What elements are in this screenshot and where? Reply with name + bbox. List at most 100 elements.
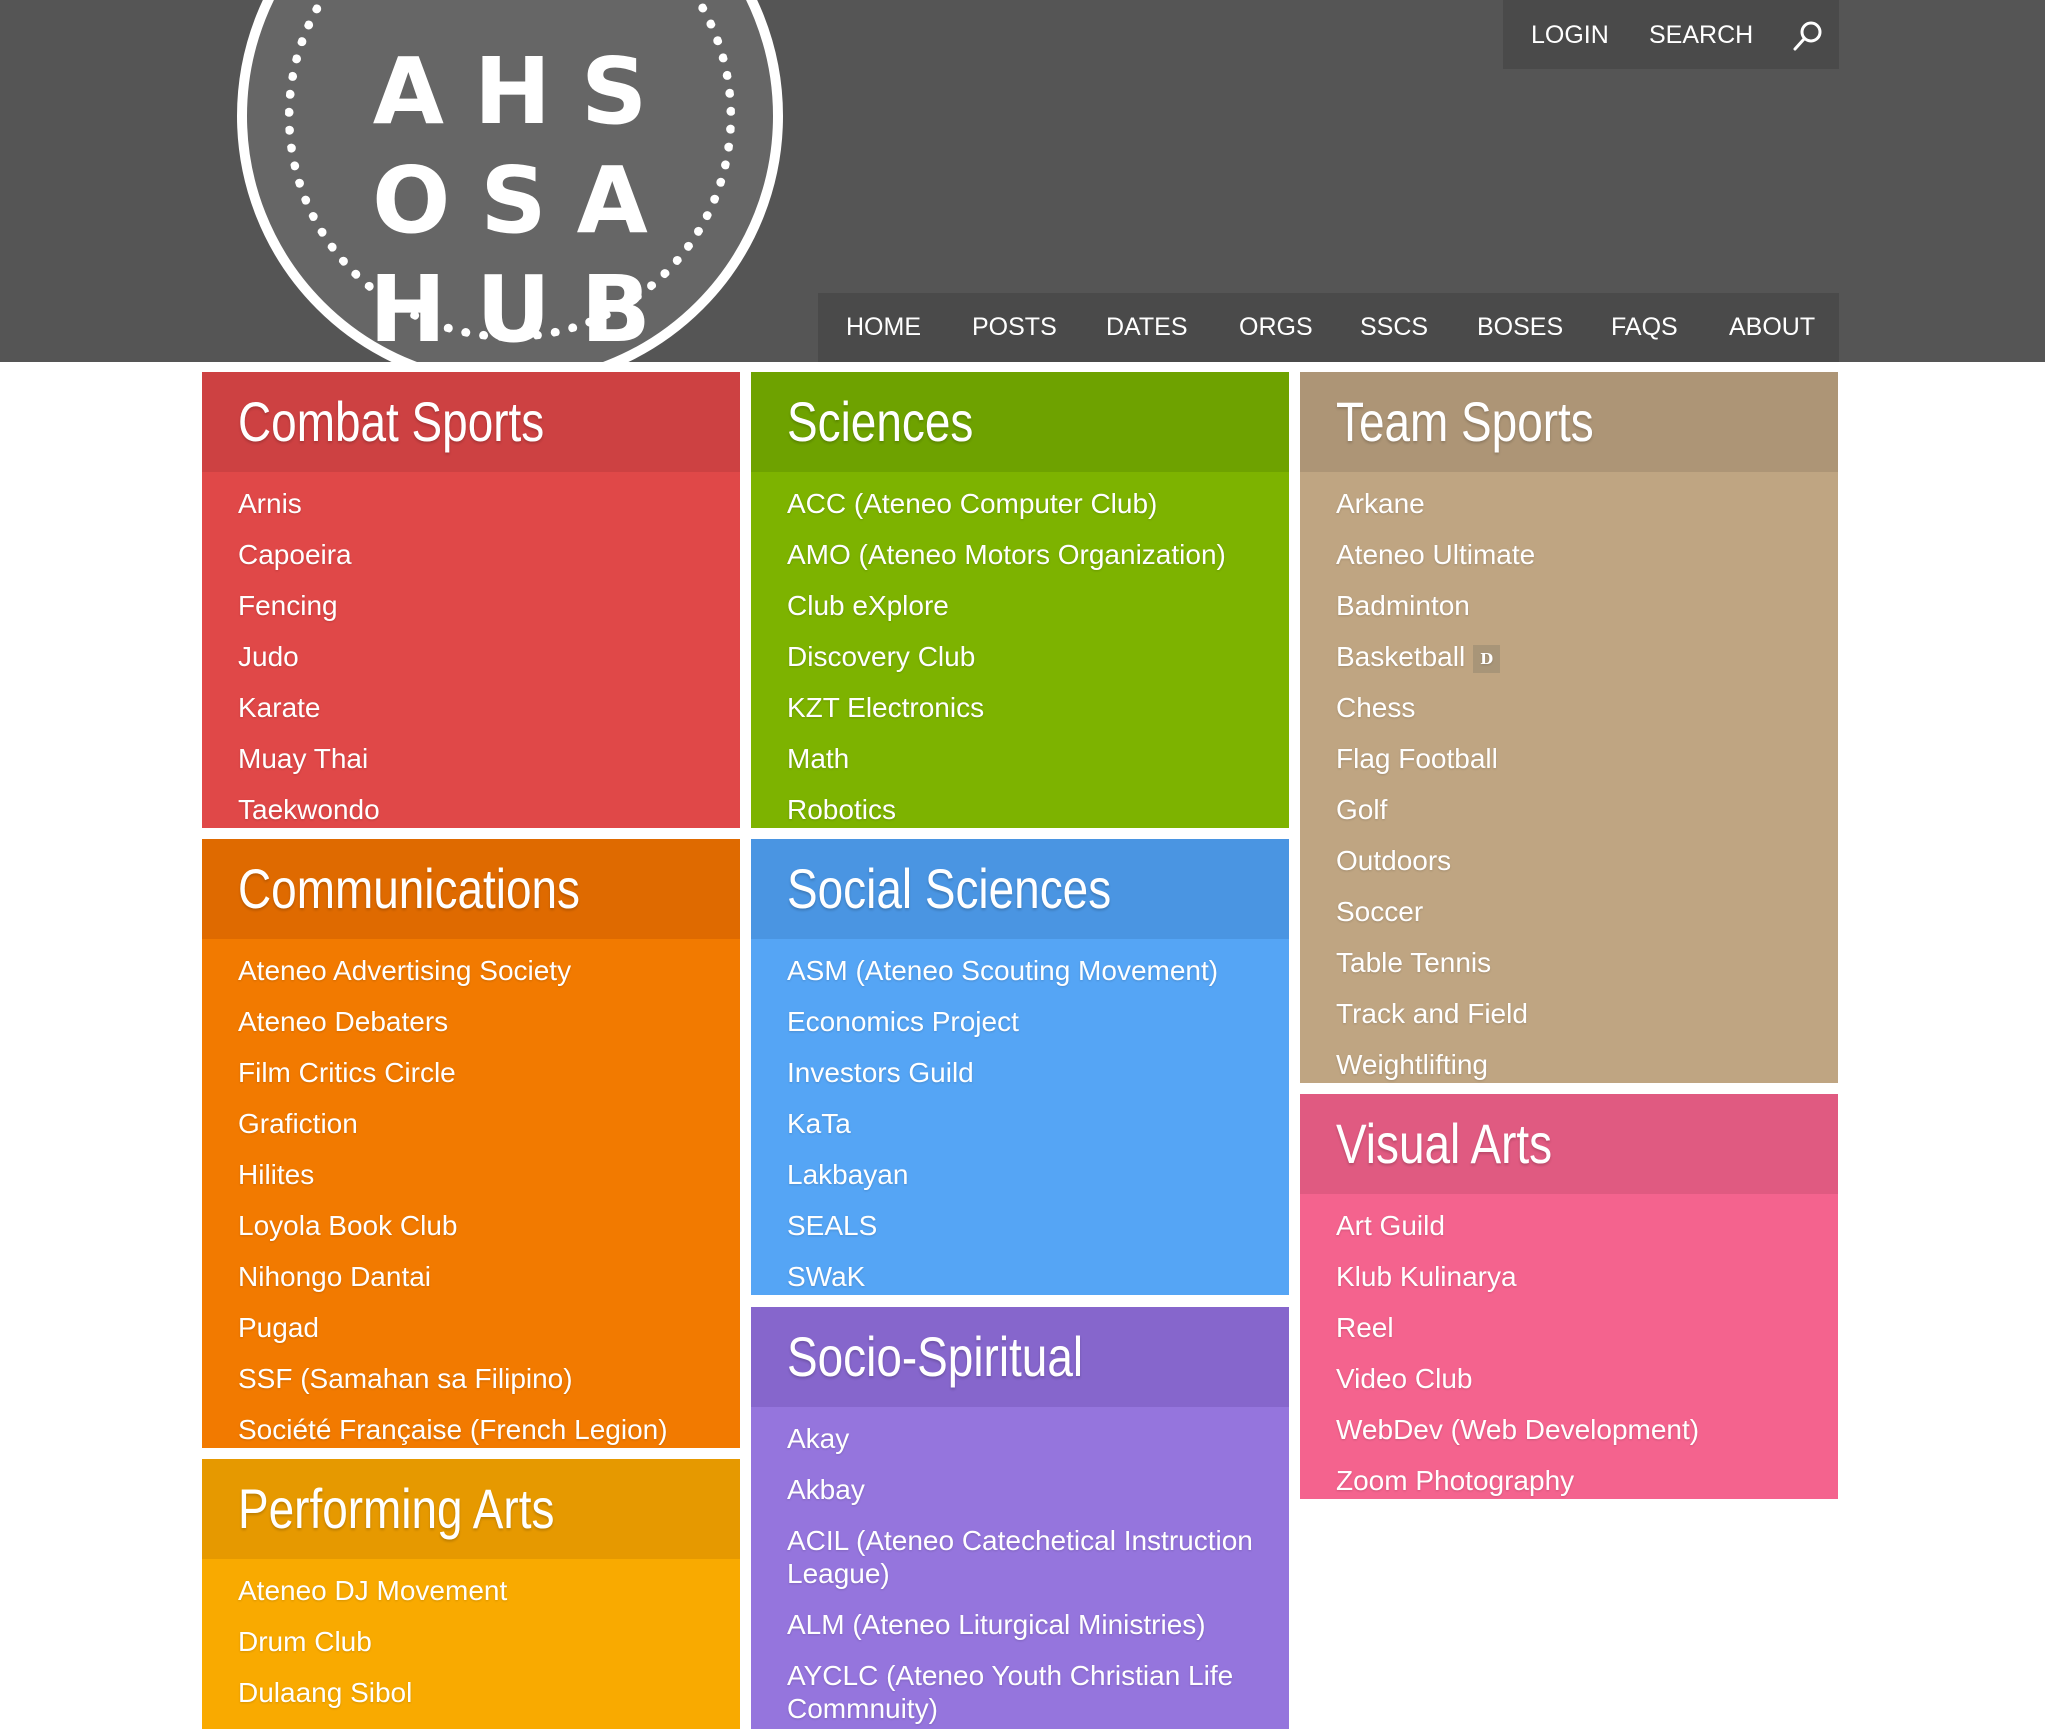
org-link[interactable]: Track and Field [1300, 988, 1838, 1039]
category-title: Social Sciences [787, 857, 1112, 920]
utility-bar: LOGIN SEARCH [1503, 0, 1839, 69]
category-header: Socio-Spiritual [751, 1307, 1289, 1407]
org-link[interactable]: ACC (Ateneo Computer Club) [751, 478, 1289, 529]
category-header: Performing Arts [202, 1459, 740, 1559]
org-link[interactable]: Pugad [202, 1302, 740, 1353]
nav-home[interactable]: HOME [846, 313, 921, 341]
org-link[interactable]: Fencing [202, 580, 740, 631]
nav-dates[interactable]: DATES [1106, 313, 1188, 341]
org-link[interactable]: AMO (Ateneo Motors Organization) [751, 529, 1289, 580]
category-sciences: Sciences ACC (Ateneo Computer Club) AMO … [751, 372, 1289, 828]
org-link[interactable]: Investors Guild [751, 1047, 1289, 1098]
org-link[interactable]: Klub Kulinarya [1300, 1251, 1838, 1302]
org-link[interactable]: SWaK [751, 1251, 1289, 1302]
org-link[interactable]: Badminton [1300, 580, 1838, 631]
category-socio-spiritual: Socio-Spiritual Akay Akbay ACIL (Ateneo … [751, 1307, 1289, 1729]
category-header: Social Sciences [751, 839, 1289, 939]
org-link[interactable]: Ateneo Ultimate [1300, 529, 1838, 580]
org-link[interactable]: SSF (Samahan sa Filipino) [202, 1353, 740, 1404]
category-title: Team Sports [1336, 390, 1594, 453]
org-link[interactable]: Zoom Photography [1300, 1455, 1838, 1506]
org-link[interactable]: Judo [202, 631, 740, 682]
badge: D [1473, 644, 1501, 673]
org-link[interactable]: Weightlifting [1300, 1039, 1838, 1090]
org-link[interactable]: ALM (Ateneo Liturgical Ministries) [751, 1599, 1289, 1650]
org-link[interactable]: Ateneo DJ Movement [202, 1565, 740, 1616]
org-link[interactable]: Akbay [751, 1464, 1289, 1515]
category-header: Visual Arts [1300, 1094, 1838, 1194]
org-link[interactable]: Flag Football [1300, 733, 1838, 784]
org-link[interactable]: AYCLC (Ateneo Youth Christian Life Commn… [751, 1650, 1289, 1734]
org-link[interactable]: Robotics [751, 784, 1289, 835]
category-list: Akay Akbay ACIL (Ateneo Catechetical Ins… [751, 1407, 1289, 1734]
category-title: Combat Sports [238, 390, 545, 453]
org-link[interactable]: Capoeira [202, 529, 740, 580]
org-link[interactable]: KZT Electronics [751, 682, 1289, 733]
org-link[interactable]: Muay Thai [202, 733, 740, 784]
org-link[interactable]: Akay [751, 1413, 1289, 1464]
org-link[interactable]: Ateneo Advertising Society [202, 945, 740, 996]
org-link[interactable]: KaTa [751, 1098, 1289, 1149]
org-link[interactable]: Dulaang Sibol [202, 1667, 740, 1718]
org-link[interactable]: Outdoors [1300, 835, 1838, 886]
org-link[interactable]: Lakbayan [751, 1149, 1289, 1200]
search-link[interactable]: SEARCH [1649, 21, 1753, 49]
site-logo[interactable]: AHS OSA HUB [237, 0, 783, 362]
org-link[interactable]: Golf [1300, 784, 1838, 835]
logo-line-2: OSA [372, 147, 678, 254]
org-link[interactable]: Arnis [202, 478, 740, 529]
org-link[interactable]: Ateneo Debaters [202, 996, 740, 1047]
org-link[interactable]: Club eXplore [751, 580, 1289, 631]
category-title: Sciences [787, 390, 974, 453]
org-link[interactable]: Loyola Book Club [202, 1200, 740, 1251]
category-header: Combat Sports [202, 372, 740, 472]
org-link[interactable]: SEALS [751, 1200, 1289, 1251]
category-header: Sciences [751, 372, 1289, 472]
org-link[interactable]: Karate [202, 682, 740, 733]
search-icon[interactable] [1791, 19, 1825, 53]
org-link[interactable]: ASM (Ateneo Scouting Movement) [751, 945, 1289, 996]
logo-line-1: AHS [372, 38, 678, 145]
category-list: Arkane Ateneo Ultimate Badminton Basketb… [1300, 472, 1838, 1090]
org-link-basketball[interactable]: Basketball D [1300, 631, 1838, 682]
category-team-sports: Team Sports Arkane Ateneo Ultimate Badmi… [1300, 372, 1838, 1083]
category-list: Art Guild Klub Kulinarya Reel Video Club… [1300, 1194, 1838, 1506]
org-link[interactable]: Film Critics Circle [202, 1047, 740, 1098]
org-link[interactable]: Nihongo Dantai [202, 1251, 740, 1302]
org-link[interactable]: Drum Club [202, 1616, 740, 1667]
category-combat-sports: Combat Sports Arnis Capoeira Fencing Jud… [202, 372, 740, 828]
category-communications: Communications Ateneo Advertising Societ… [202, 839, 740, 1448]
org-link[interactable]: Soccer [1300, 886, 1838, 937]
category-list: Arnis Capoeira Fencing Judo Karate Muay … [202, 472, 740, 835]
category-title: Performing Arts [238, 1477, 555, 1540]
org-link[interactable]: Economics Project [751, 996, 1289, 1047]
category-list: ASM (Ateneo Scouting Movement) Economics… [751, 939, 1289, 1302]
org-link[interactable]: WebDev (Web Development) [1300, 1404, 1838, 1455]
nav-boses[interactable]: BOSES [1477, 313, 1563, 341]
org-link-label[interactable]: Basketball [1336, 641, 1465, 672]
category-title: Visual Arts [1336, 1112, 1553, 1175]
nav-about[interactable]: ABOUT [1729, 313, 1815, 341]
main-nav: HOME POSTS DATES ORGS SSCS BOSES FAQS AB… [818, 293, 1839, 362]
org-link[interactable]: ACIL (Ateneo Catechetical Instruction Le… [751, 1515, 1289, 1599]
org-link[interactable]: Taekwondo [202, 784, 740, 835]
nav-posts[interactable]: POSTS [972, 313, 1057, 341]
org-link[interactable]: Discovery Club [751, 631, 1289, 682]
org-link[interactable]: Chess [1300, 682, 1838, 733]
org-link[interactable]: Reel [1300, 1302, 1838, 1353]
nav-sscs[interactable]: SSCS [1360, 313, 1428, 341]
org-link[interactable]: Hilites [202, 1149, 740, 1200]
org-link[interactable]: Société Française (French Legion) [202, 1404, 740, 1455]
login-link[interactable]: LOGIN [1531, 21, 1609, 49]
org-link[interactable]: Arkane [1300, 478, 1838, 529]
org-link[interactable]: Table Tennis [1300, 937, 1838, 988]
category-title: Socio-Spiritual [787, 1325, 1084, 1388]
org-link[interactable]: Math [751, 733, 1289, 784]
org-link[interactable]: Video Club [1300, 1353, 1838, 1404]
site-header: AHS OSA HUB LOGIN SEARCH HOME POSTS DATE… [0, 0, 2045, 362]
nav-orgs[interactable]: ORGS [1239, 313, 1313, 341]
org-link[interactable]: Art Guild [1300, 1200, 1838, 1251]
nav-faqs[interactable]: FAQS [1611, 313, 1678, 341]
category-list: Ateneo DJ Movement Drum Club Dulaang Sib… [202, 1559, 740, 1718]
org-link[interactable]: Grafiction [202, 1098, 740, 1149]
